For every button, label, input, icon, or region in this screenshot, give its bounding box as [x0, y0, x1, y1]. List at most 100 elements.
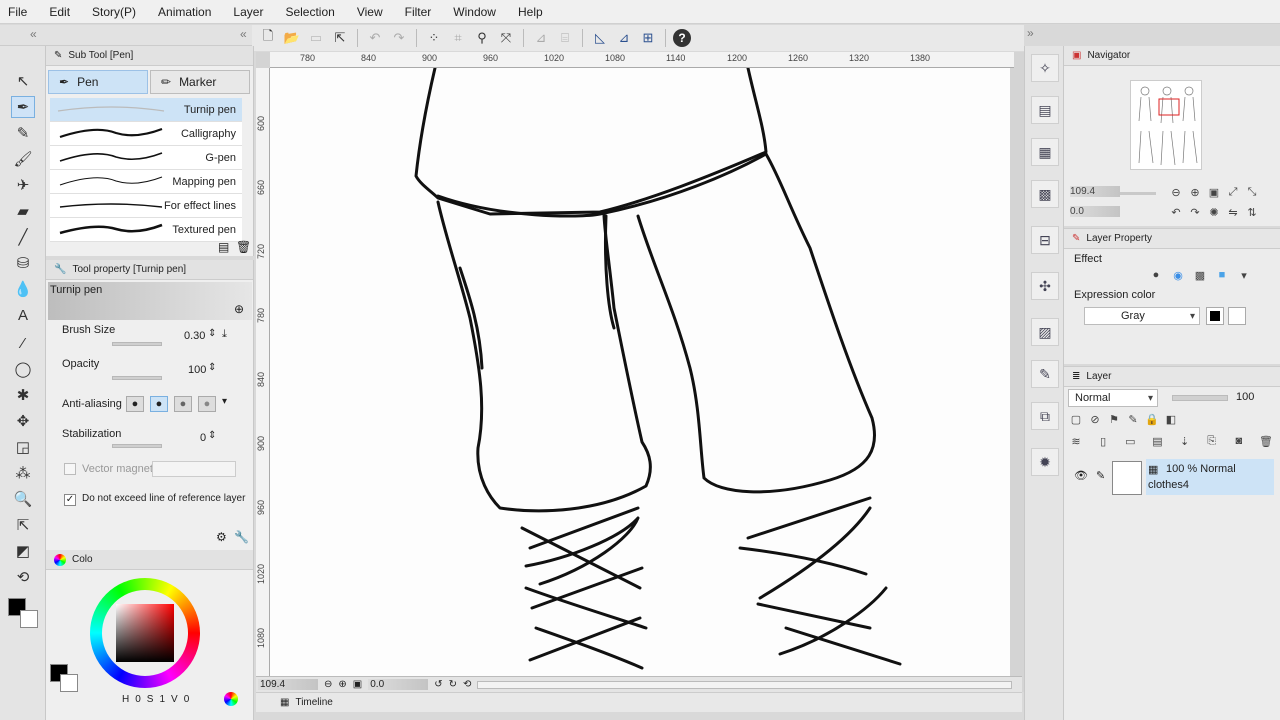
brush-item-turnip[interactable]: Turnip pen	[50, 98, 242, 122]
menu-help[interactable]: Help	[518, 5, 543, 19]
collapse-right-icon[interactable]: «	[240, 27, 247, 41]
copy-layer-icon[interactable]: ⎘	[1204, 433, 1220, 449]
menu-file[interactable]: File	[8, 5, 27, 19]
color-mode-icon[interactable]	[224, 692, 238, 706]
tone-tool-icon[interactable]: ⁂	[11, 462, 35, 484]
layer-color-icon[interactable]: ■	[1214, 267, 1230, 283]
undo-icon[interactable]: ↶	[365, 28, 385, 48]
clear-selection-icon[interactable]: ⁘	[424, 28, 444, 48]
sub-color-swatch[interactable]	[20, 610, 38, 628]
save-icon[interactable]: ▭	[306, 28, 326, 48]
clip-icon[interactable]: ⊘	[1087, 411, 1103, 427]
pencil-tool-icon[interactable]: ✎	[11, 122, 35, 144]
menu-window[interactable]: Window	[453, 5, 496, 19]
menu-layer[interactable]: Layer	[233, 5, 263, 19]
lasso-tool-icon[interactable]: ◯	[11, 358, 35, 380]
new-raster-layer-icon[interactable]: ▯	[1095, 433, 1111, 449]
layer-property-title[interactable]: Layer Property	[1086, 233, 1152, 244]
merge-down-icon[interactable]: ⇣	[1177, 433, 1193, 449]
eraser-tool-icon[interactable]: ▰	[11, 200, 35, 222]
tone-material-icon[interactable]: ▦	[1031, 138, 1059, 166]
fit-icon[interactable]: ▣	[353, 679, 362, 690]
vector-magnet-options[interactable]	[152, 461, 236, 477]
fit-window-icon[interactable]: ⤢	[1225, 184, 1241, 200]
brush-item-calligraphy[interactable]: Calligraphy	[50, 122, 242, 146]
redo-icon[interactable]: ↷	[389, 28, 409, 48]
nav-angle-value[interactable]: 0.0	[1070, 206, 1120, 217]
mask-icon[interactable]: ◧	[1163, 411, 1179, 427]
brush-size-value[interactable]: 0.30	[184, 330, 205, 342]
flip-horizontal-icon[interactable]: ⇋	[1225, 204, 1241, 220]
chevron-down-icon[interactable]: ▾	[1236, 267, 1252, 283]
tone-effect-icon[interactable]: ▩	[1192, 267, 1208, 283]
frame-material-icon[interactable]: ⊟	[1031, 226, 1059, 254]
menu-animation[interactable]: Animation	[158, 5, 211, 19]
menu-story[interactable]: Story(P)	[92, 5, 136, 19]
brush-item-gpen[interactable]: G-pen	[50, 146, 242, 170]
navigator-thumbnail[interactable]	[1130, 80, 1202, 170]
hue-ring[interactable]	[90, 578, 200, 688]
border-effect-icon[interactable]: ●	[1148, 267, 1164, 283]
blend-mode-select[interactable]: Normal	[1068, 389, 1158, 407]
pen-tool-icon[interactable]: ✒	[11, 96, 35, 118]
layer-row[interactable]: 👁 ✎ ▦ 100 % Normal clothes4	[1068, 459, 1276, 497]
vector-magnet-checkbox[interactable]	[64, 463, 76, 475]
stepper-icon[interactable]: ⇕	[208, 430, 216, 441]
image-material-icon[interactable]: ▨	[1031, 318, 1059, 346]
snap-special-ruler-icon[interactable]: ⊿	[614, 28, 634, 48]
magic-wand-icon[interactable]: ✱	[11, 384, 35, 406]
rotate-right-icon[interactable]: ↻	[449, 679, 457, 690]
angle-value[interactable]: 0.0	[368, 679, 429, 690]
expand-icon[interactable]: »	[1027, 26, 1034, 40]
crop-icon[interactable]: ⌗	[448, 28, 468, 48]
draft-layer-icon[interactable]: ✎	[1125, 411, 1141, 427]
expression-color-select[interactable]: Gray	[1084, 307, 1200, 325]
zoom-tool-icon[interactable]: 🔍	[11, 488, 35, 510]
white-color-swatch[interactable]	[1228, 307, 1246, 325]
lock-transparency-icon[interactable]: ▢	[1068, 411, 1084, 427]
zoom-value[interactable]: 109.4	[258, 679, 318, 690]
menu-filter[interactable]: Filter	[405, 5, 432, 19]
brush-tool-icon[interactable]: 🖌	[11, 148, 35, 170]
stepper-icon[interactable]: ⇕	[208, 328, 216, 339]
material-icon[interactable]: ✧	[1031, 54, 1059, 82]
size-lock-icon[interactable]: ⤓	[222, 328, 227, 341]
lock-icon[interactable]: 🔒	[1144, 411, 1160, 427]
menu-selection[interactable]: Selection	[285, 5, 334, 19]
collapse-left-icon[interactable]: «	[30, 27, 37, 41]
chevron-down-icon[interactable]: ▾	[222, 396, 227, 412]
aa-none-icon[interactable]: ●	[126, 396, 144, 412]
new-folder-icon[interactable]: ▤	[1149, 433, 1165, 449]
flip-vertical-icon[interactable]: ⇅	[1244, 204, 1260, 220]
new-file-icon[interactable]: 🗋	[258, 28, 278, 48]
edit-pen-icon[interactable]: ✎	[1096, 469, 1105, 482]
export-icon[interactable]: ⇱	[330, 28, 350, 48]
layer-opacity-slider[interactable]	[1172, 395, 1228, 401]
h-scrollbar[interactable]	[477, 680, 1012, 689]
pattern-material-icon[interactable]: ▩	[1031, 180, 1059, 208]
line-tool-icon[interactable]: ╱	[11, 226, 35, 248]
zoom-out-icon[interactable]: ⊖	[1168, 184, 1184, 200]
stabilization-slider[interactable]	[112, 444, 162, 448]
aa-strong-icon[interactable]: ●	[198, 396, 216, 412]
zoom-out-icon[interactable]: ⊖	[324, 679, 332, 690]
color-tab-label[interactable]: Colo	[72, 554, 93, 565]
add-subtool-icon[interactable]: ▤	[218, 240, 229, 254]
reference-layer-icon[interactable]: ⚑	[1106, 411, 1122, 427]
menu-edit[interactable]: Edit	[49, 5, 70, 19]
delete-layer-icon[interactable]: 🗑	[1258, 433, 1274, 449]
brush-item-mapping-pen[interactable]: Mapping pen	[50, 170, 242, 194]
open-folder-icon[interactable]: 📂	[282, 28, 302, 48]
menu-view[interactable]: View	[357, 5, 383, 19]
tab-pen[interactable]: ✒ Pen	[48, 70, 148, 94]
settings-gear-icon[interactable]: ⚙	[216, 530, 227, 544]
move-tool-icon[interactable]: ✥	[11, 410, 35, 432]
edit-material-icon[interactable]: ✎	[1031, 360, 1059, 388]
text-tool-icon[interactable]: A	[11, 304, 35, 326]
rotate-right-icon[interactable]: ↷	[1187, 204, 1203, 220]
aa-medium-icon[interactable]: ●	[174, 396, 192, 412]
stepper-icon[interactable]: ⇕	[208, 362, 216, 373]
saturation-square[interactable]	[116, 604, 174, 662]
zoom-arrow-icon[interactable]: ↖	[11, 70, 35, 92]
extract-line-icon[interactable]: ◉	[1170, 267, 1186, 283]
